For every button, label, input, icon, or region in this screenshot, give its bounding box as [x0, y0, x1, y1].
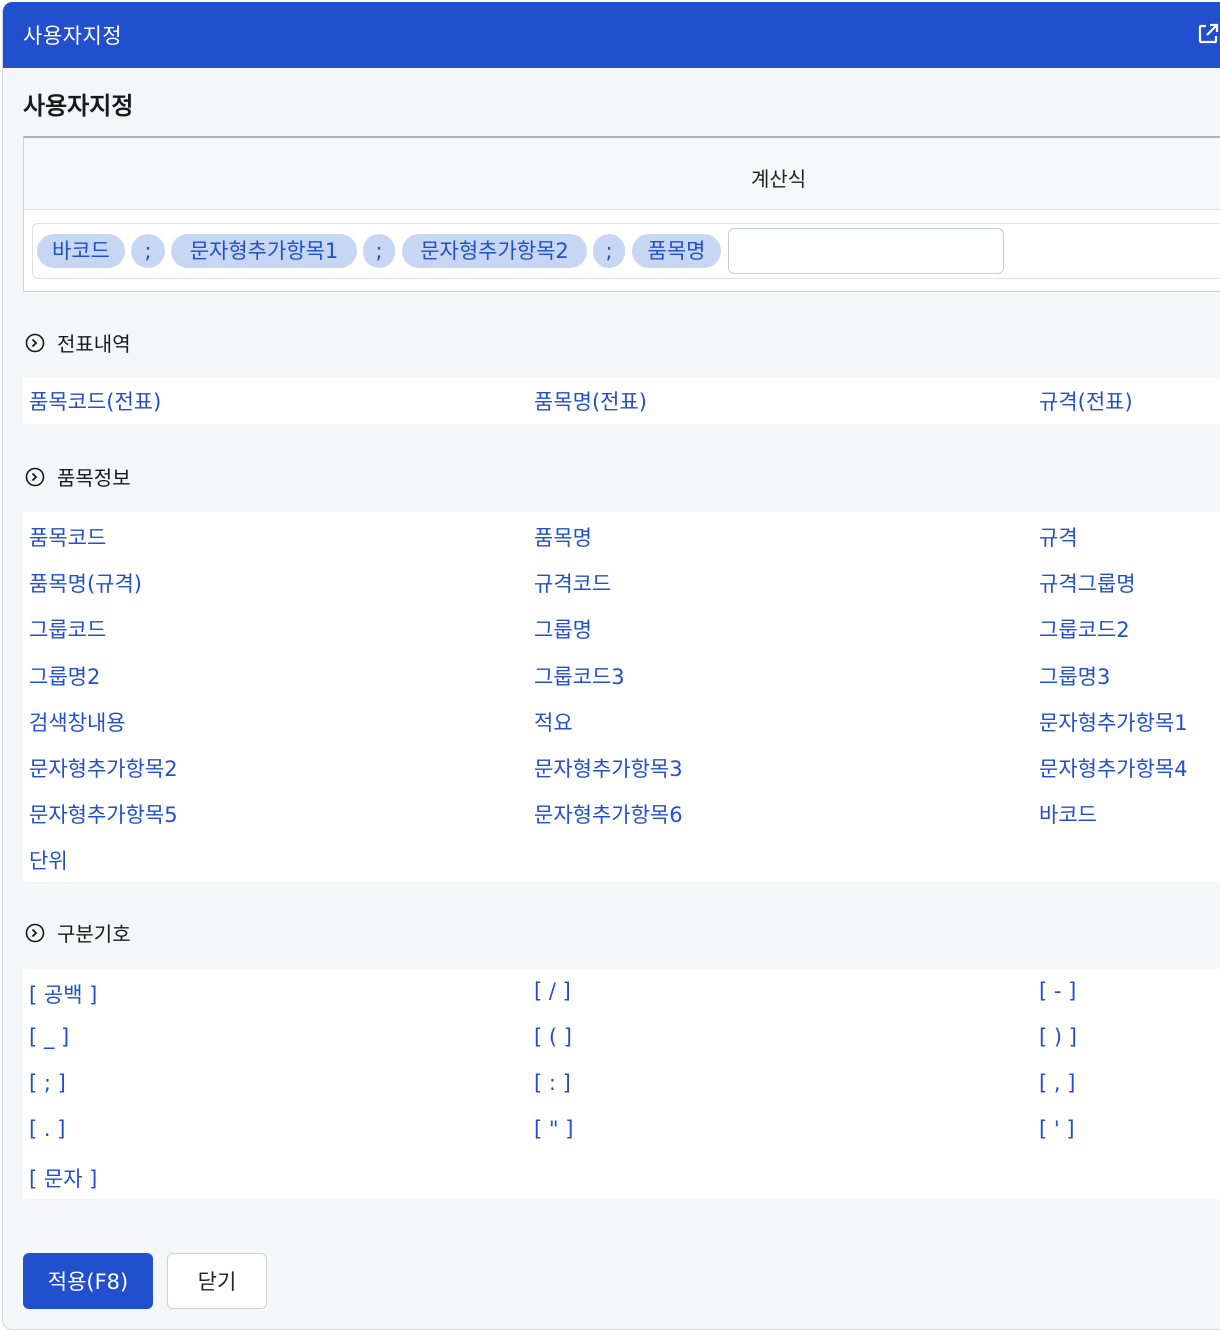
field-item[interactable]: 문자형추가항목3 [534, 753, 683, 783]
separator-item[interactable]: [ " ] [534, 1117, 573, 1141]
field-item[interactable]: 문자형추가항목2 [29, 753, 178, 783]
separator-item[interactable]: [ ( ] [534, 1025, 572, 1049]
customize-dialog: 사용자지정 사용자지정 계산식 바코드 ; 문자형추가항목1 ; 문자형추가항목… [2, 2, 1220, 1330]
separator-item[interactable]: [ , ] [1039, 1071, 1075, 1095]
formula-chip[interactable]: 품목명 [632, 234, 721, 268]
field-item[interactable]: 규격(전표) [1039, 386, 1133, 416]
separator-item[interactable]: [ _ ] [29, 1025, 69, 1049]
field-item[interactable]: 규격그룹명 [1039, 568, 1136, 598]
separator-item[interactable]: [ 공백 ] [29, 979, 97, 1009]
formula-body: 바코드 ; 문자형추가항목1 ; 문자형추가항목2 ; 품목명 [24, 210, 1220, 292]
separator-item[interactable]: [ / ] [534, 979, 571, 1003]
window-title: 사용자지정 [23, 24, 123, 48]
separator-item[interactable]: [ - ] [1039, 979, 1076, 1003]
section-title: 전표내역 [57, 332, 131, 356]
separator-item[interactable]: [ ; ] [29, 1071, 66, 1095]
field-item[interactable]: 적요 [534, 707, 573, 737]
field-item[interactable]: 문자형추가항목4 [1039, 753, 1188, 783]
field-item[interactable]: 단위 [29, 845, 68, 875]
field-item[interactable]: 그룹코드2 [1039, 614, 1130, 644]
section-title: 구분기호 [57, 922, 131, 946]
chevron-circle-right-icon [25, 467, 45, 487]
field-item[interactable]: 문자형추가항목1 [1039, 707, 1188, 737]
title-bar: 사용자지정 [3, 2, 1220, 68]
section-header-separators[interactable]: 구분기호 [25, 918, 131, 947]
field-item[interactable]: 품목명 [534, 522, 592, 552]
field-item[interactable]: 품목명(규격) [29, 568, 142, 598]
field-item[interactable]: 그룹명 [534, 614, 592, 644]
separator-item[interactable]: [ : ] [534, 1071, 571, 1095]
separator-grid: [ 공백 ] [ / ] [ - ] [ _ ] [ ( ] [ ) ] [ ; ] [ : … [23, 969, 1220, 1199]
section-header-item-info[interactable]: 품목정보 [25, 462, 131, 491]
chevron-circle-right-icon [25, 333, 45, 353]
page-title: 사용자지정 [23, 92, 134, 120]
field-item[interactable]: 그룹코드 [29, 614, 106, 644]
formula-token-row: 바코드 ; 문자형추가항목1 ; 문자형추가항목2 ; 품목명 [32, 223, 1220, 279]
formula-header-label: 계산식 [751, 167, 807, 191]
field-item[interactable]: 그룹명2 [29, 661, 100, 691]
chevron-circle-right-icon [25, 923, 45, 943]
formula-chip[interactable]: 바코드 [37, 234, 125, 268]
external-link-icon[interactable] [1196, 22, 1220, 46]
apply-button[interactable]: 적용(F8) [23, 1253, 153, 1309]
voucher-field-grid: 품목코드(전표) 품목명(전표) 규격(전표) [23, 378, 1220, 424]
field-item[interactable]: 그룹명3 [1039, 661, 1110, 691]
separator-item[interactable]: [ ) ] [1039, 1025, 1077, 1049]
field-item[interactable]: 품목코드 [29, 522, 106, 552]
separator-item[interactable]: [ ' ] [1039, 1117, 1075, 1141]
section-header-voucher[interactable]: 전표내역 [25, 328, 131, 357]
field-item[interactable]: 품목명(전표) [534, 386, 647, 416]
close-button[interactable]: 닫기 [167, 1253, 267, 1309]
field-item[interactable]: 바코드 [1039, 799, 1097, 829]
field-item[interactable]: 그룹코드3 [534, 661, 625, 691]
field-item[interactable]: 품목코드(전표) [29, 386, 161, 416]
field-item[interactable]: 검색창내용 [29, 707, 126, 737]
formula-header: 계산식 [24, 138, 1220, 210]
field-item[interactable]: 규격 [1039, 522, 1078, 552]
formula-chip[interactable]: ; [593, 234, 625, 268]
section-title: 품목정보 [57, 466, 131, 490]
item-info-field-grid: 품목코드 품목명 규격품목명(규격) 규격코드 규격그룹명그룹코드 그룹명 그룹코드2 그룹명… [23, 512, 1220, 882]
formula-panel: 계산식 바코드 ; 문자형추가항목1 ; 문자형추가항목2 ; 품목명 [23, 136, 1220, 292]
formula-chip[interactable]: 문자형추가항목1 [171, 234, 357, 268]
field-item[interactable]: 문자형추가항목6 [534, 799, 683, 829]
separator-item[interactable]: [ 문자 ] [29, 1163, 97, 1193]
formula-chip[interactable]: ; [131, 234, 165, 268]
field-item[interactable]: 규격코드 [534, 568, 611, 598]
formula-chip[interactable]: ; [363, 234, 395, 268]
formula-input[interactable] [728, 228, 1004, 274]
formula-chip[interactable]: 문자형추가항목2 [402, 234, 587, 268]
field-item[interactable]: 문자형추가항목5 [29, 799, 178, 829]
separator-item[interactable]: [ . ] [29, 1117, 65, 1141]
